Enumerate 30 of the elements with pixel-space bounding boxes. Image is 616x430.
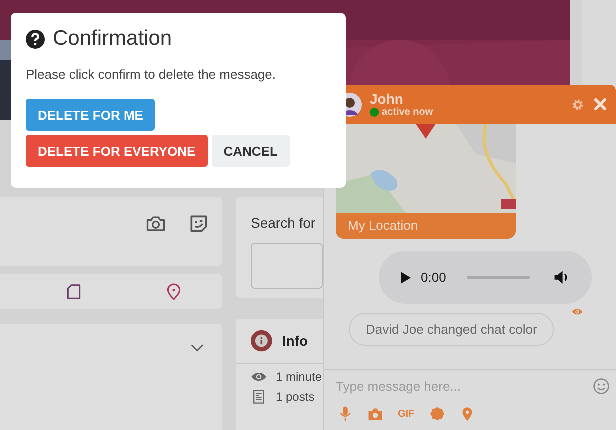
search-label: Search for bbox=[251, 215, 316, 231]
chevron-down-icon[interactable] bbox=[191, 344, 204, 352]
status-text: active now bbox=[382, 107, 434, 118]
dialog-message: Please click confirm to delete the message. bbox=[26, 67, 278, 82]
help-icon bbox=[26, 30, 45, 48]
notice-message: David Joe changed chat color bbox=[349, 313, 554, 346]
location-pin-icon[interactable] bbox=[460, 406, 475, 422]
audio-time: 0:00 bbox=[421, 270, 448, 285]
gif-button[interactable]: GIF bbox=[398, 408, 415, 420]
info-title: Info bbox=[282, 333, 308, 349]
eye-icon bbox=[251, 370, 267, 384]
dialog-title: Confirmation bbox=[53, 27, 172, 51]
close-icon[interactable] bbox=[593, 97, 608, 112]
volume-icon[interactable] bbox=[554, 270, 570, 285]
search-field[interactable] bbox=[251, 243, 323, 289]
delete-button[interactable]: DELETE FOR EVERYONE bbox=[26, 135, 208, 167]
cancel-button[interactable]: CANCEL bbox=[212, 135, 290, 167]
location-message[interactable]: My Location bbox=[336, 124, 516, 239]
settings-icon[interactable] bbox=[571, 98, 585, 112]
info-icon bbox=[251, 329, 272, 353]
microphone-icon[interactable] bbox=[338, 406, 353, 422]
message-input[interactable]: Type message here... bbox=[336, 376, 593, 396]
smiley-icon[interactable] bbox=[593, 378, 610, 394]
stat-text: 1 minute bbox=[276, 370, 322, 384]
delete-button[interactable]: DELETE FOR ME bbox=[26, 99, 156, 131]
contact-name: John bbox=[370, 91, 404, 107]
document-icon bbox=[251, 390, 267, 404]
location-label: My Location bbox=[347, 217, 420, 235]
play-icon[interactable] bbox=[401, 272, 411, 284]
stat-text: 1 posts bbox=[276, 390, 315, 404]
